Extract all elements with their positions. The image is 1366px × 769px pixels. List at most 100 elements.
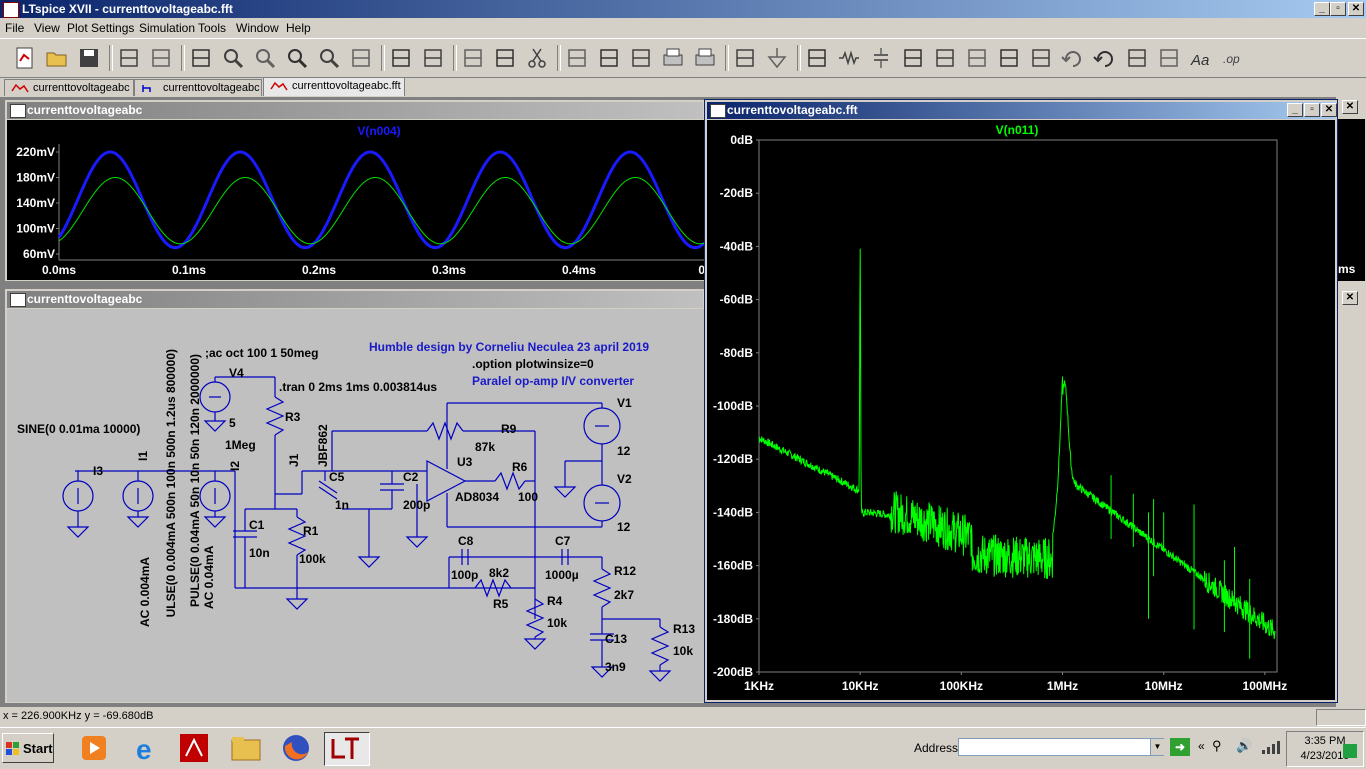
waveform-icon bbox=[270, 81, 288, 91]
label-R4: R4 bbox=[547, 594, 563, 608]
fft-close-button[interactable]: ✕ bbox=[1321, 103, 1337, 117]
capacitor-icon[interactable] bbox=[868, 45, 894, 71]
close-button[interactable]: ✕ bbox=[1348, 2, 1364, 16]
address-input[interactable] bbox=[958, 738, 1164, 756]
print-setup-icon[interactable] bbox=[692, 45, 718, 71]
background-close-button-2[interactable]: ✕ bbox=[1342, 291, 1358, 305]
tab-schematic-2[interactable]: currenttovoltageabc bbox=[134, 79, 262, 96]
show-desktop-icon[interactable] bbox=[1343, 744, 1357, 758]
zoom-cancel-icon[interactable] bbox=[316, 45, 342, 71]
label-icon[interactable] bbox=[804, 45, 830, 71]
menu-file[interactable]: File bbox=[5, 21, 24, 35]
label-R5: R5 bbox=[493, 597, 509, 611]
menu-view[interactable]: View bbox=[34, 21, 60, 35]
ltspice-taskbar-button[interactable] bbox=[324, 732, 370, 766]
fft-minimize-button[interactable]: _ bbox=[1287, 103, 1303, 117]
spice-directive-icon[interactable]: .op bbox=[1220, 45, 1246, 71]
pick-traces-icon[interactable] bbox=[388, 45, 414, 71]
resistor-icon[interactable] bbox=[836, 45, 862, 71]
save-icon[interactable] bbox=[76, 45, 102, 71]
label-C1: C1 bbox=[249, 518, 265, 532]
background-plot-strip bbox=[1337, 119, 1365, 281]
menu-plot-settings[interactable]: Plot Settings bbox=[67, 21, 134, 35]
tile-horizontal-icon[interactable] bbox=[420, 45, 446, 71]
firefox-icon[interactable] bbox=[278, 732, 314, 764]
label-J1: J1 bbox=[287, 453, 301, 467]
schematic-converter-note: Paralel op-amp I/V converter bbox=[472, 374, 634, 388]
fft-window-title-bar[interactable]: currenttovoltageabc.fft _ ▫ ✕ bbox=[707, 102, 1337, 119]
network-signal-icon[interactable] bbox=[1262, 740, 1280, 754]
control-panel-icon[interactable] bbox=[116, 45, 142, 71]
go-arrow-icon[interactable]: ➜ bbox=[1170, 738, 1190, 756]
text-icon[interactable]: Aa bbox=[1188, 45, 1214, 71]
volume-icon[interactable]: 🔊 bbox=[1236, 738, 1252, 754]
cascade-icon[interactable] bbox=[492, 45, 518, 71]
background-window-edge: ms ✕ ✕ bbox=[1336, 97, 1366, 707]
menu-tools[interactable]: Tools bbox=[198, 21, 226, 35]
toolbar-separator bbox=[181, 45, 185, 71]
move-icon[interactable] bbox=[996, 45, 1022, 71]
schematic-canvas[interactable]: ;ac oct 100 1 50meg Humble design by Cor… bbox=[7, 309, 705, 702]
mirror-icon[interactable] bbox=[1156, 45, 1182, 71]
print-icon[interactable] bbox=[660, 45, 686, 71]
zoom-in-icon[interactable] bbox=[220, 45, 246, 71]
paste-icon[interactable] bbox=[596, 45, 622, 71]
fft-trace-label: V(n011) bbox=[996, 123, 1039, 137]
open-icon[interactable] bbox=[44, 45, 70, 71]
value-C5: 1n bbox=[335, 498, 349, 512]
find-icon[interactable] bbox=[628, 45, 654, 71]
tab-fft[interactable]: currenttovoltageabc.fft bbox=[263, 77, 405, 96]
usb-icon[interactable]: ⚲ bbox=[1212, 738, 1222, 754]
fft-y-tick: -180dB bbox=[713, 612, 753, 626]
undo-icon[interactable] bbox=[1060, 45, 1086, 71]
tab-schematic-1[interactable]: currenttovoltageabc bbox=[4, 79, 134, 96]
zoom-fit-icon[interactable] bbox=[284, 45, 310, 71]
value-C13: 3n9 bbox=[605, 660, 626, 674]
drag-icon[interactable] bbox=[1028, 45, 1054, 71]
acrobat-icon[interactable] bbox=[176, 732, 212, 764]
menu-simulation[interactable]: Simulation bbox=[139, 21, 195, 35]
label-V1: V1 bbox=[617, 396, 632, 410]
waveform-window[interactable]: currenttovoltageabc V(n004) 220mV 180mV 14… bbox=[4, 99, 706, 282]
status-bar: x = 226.900KHz y = -69.680dB bbox=[0, 707, 1366, 727]
ground-icon[interactable] bbox=[764, 45, 790, 71]
fft-maximize-button[interactable]: ▫ bbox=[1304, 103, 1320, 117]
background-close-button[interactable]: ✕ bbox=[1342, 100, 1358, 114]
waveform-x-tick: 0.3ms bbox=[432, 263, 466, 277]
schematic-window[interactable]: currenttovoltageabc ;ac oct 100 1 50meg … bbox=[4, 288, 706, 704]
redo-icon[interactable] bbox=[1092, 45, 1118, 71]
label-C5: C5 bbox=[329, 470, 345, 484]
tile-vertical-icon[interactable] bbox=[460, 45, 486, 71]
toolbar-separator bbox=[453, 45, 457, 71]
internet-explorer-icon[interactable]: e bbox=[128, 732, 164, 765]
window-title-bar[interactable]: LTspice XVII - currenttovoltageabc.fft _… bbox=[0, 0, 1366, 18]
inductor-icon[interactable] bbox=[900, 45, 926, 71]
zoom-out-icon[interactable] bbox=[252, 45, 278, 71]
menu-help[interactable]: Help bbox=[286, 21, 311, 35]
waveform-plot[interactable]: V(n004) 220mV 180mV 140mV 100mV 60mV 0.0ms 0.… bbox=[7, 120, 705, 280]
media-player-icon[interactable] bbox=[76, 732, 112, 764]
rotate-icon[interactable] bbox=[1124, 45, 1150, 71]
new-schematic-icon[interactable] bbox=[12, 45, 38, 71]
address-dropdown-icon[interactable]: ▼ bbox=[1150, 739, 1164, 755]
cut-icon[interactable] bbox=[524, 45, 550, 71]
run-icon[interactable] bbox=[148, 45, 174, 71]
copy-icon[interactable] bbox=[564, 45, 590, 71]
tray-expand-icon[interactable]: « bbox=[1198, 739, 1205, 753]
maximize-button[interactable]: ▫ bbox=[1330, 2, 1346, 16]
halt-icon[interactable] bbox=[188, 45, 214, 71]
component-icon[interactable] bbox=[964, 45, 990, 71]
folder-icon[interactable] bbox=[228, 732, 264, 764]
diode-icon[interactable] bbox=[932, 45, 958, 71]
wire-icon[interactable] bbox=[732, 45, 758, 71]
menu-window[interactable]: Window bbox=[236, 21, 279, 35]
start-button[interactable]: Start bbox=[2, 733, 54, 763]
waveform-window-title-bar[interactable]: currenttovoltageabc bbox=[7, 102, 703, 119]
fft-window[interactable]: currenttovoltageabc.fft _ ▫ ✕ V(n011) 0d… bbox=[704, 99, 1338, 703]
schematic-window-title-bar[interactable]: currenttovoltageabc bbox=[7, 291, 703, 308]
fft-y-tick: -200dB bbox=[713, 665, 753, 679]
fft-plot[interactable]: V(n011) 0dB -20dB -40dB -60dB -80dB -100dB -12… bbox=[707, 120, 1335, 700]
minimize-button[interactable]: _ bbox=[1314, 2, 1330, 16]
autorange-icon[interactable] bbox=[348, 45, 374, 71]
value-V1: 12 bbox=[617, 444, 631, 458]
